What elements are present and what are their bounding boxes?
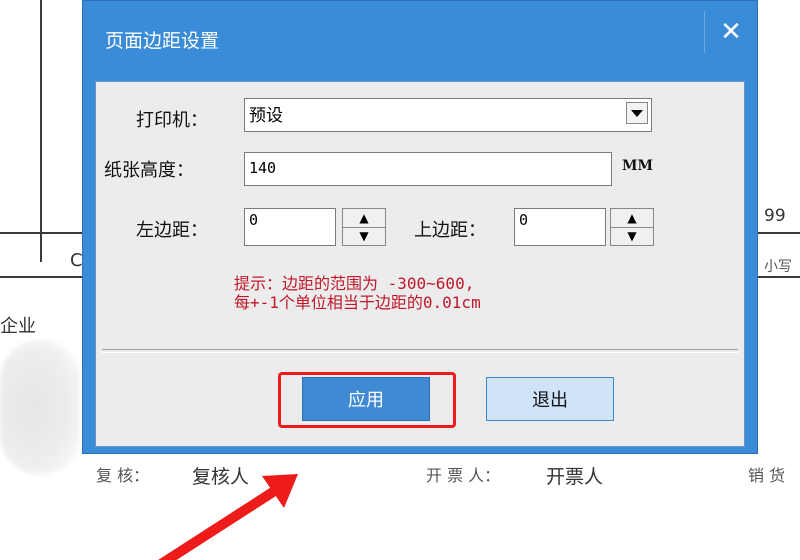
annotation-arrow-icon [158, 474, 298, 560]
